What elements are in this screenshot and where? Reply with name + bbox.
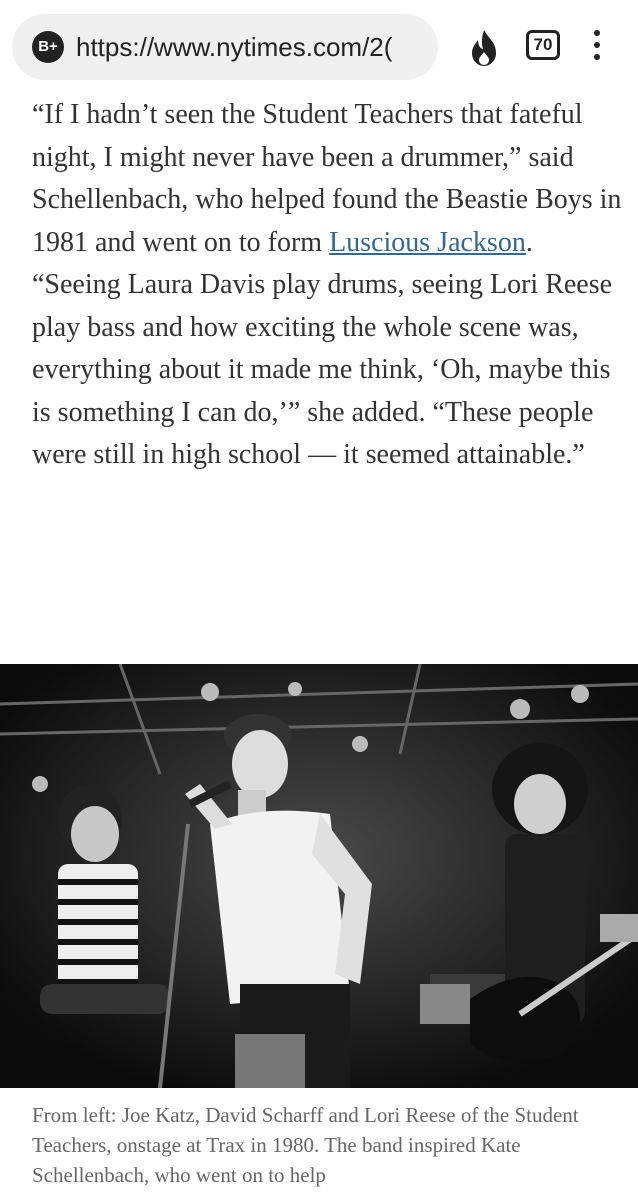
address-bar[interactable]: B+ https://www.nytimes.com/2( [12, 14, 438, 80]
article-body: “If I hadn’t seen the Student Teachers t… [32, 94, 622, 477]
paragraph-1: “If I hadn’t seen the Student Teachers t… [32, 99, 622, 258]
url-text[interactable]: https://www.nytimes.com/2( [76, 32, 392, 63]
luscious-jackson-link[interactable]: Luscious Jackson [329, 227, 526, 258]
browser-toolbar: B+ https://www.nytimes.com/2( 70 [0, 0, 638, 92]
tab-count-button[interactable]: 70 [526, 30, 560, 60]
article-photo [0, 664, 638, 1088]
menu-icon[interactable] [592, 30, 602, 64]
fire-icon[interactable] [466, 28, 502, 68]
concert-photo-illustration [0, 664, 638, 1088]
photo-caption: From left: Joe Katz, David Scharff and L… [32, 1103, 579, 1187]
b-plus-icon[interactable]: B+ [32, 31, 64, 63]
paragraph-2: “Seeing Laura Davis play drums, seeing L… [32, 269, 613, 470]
